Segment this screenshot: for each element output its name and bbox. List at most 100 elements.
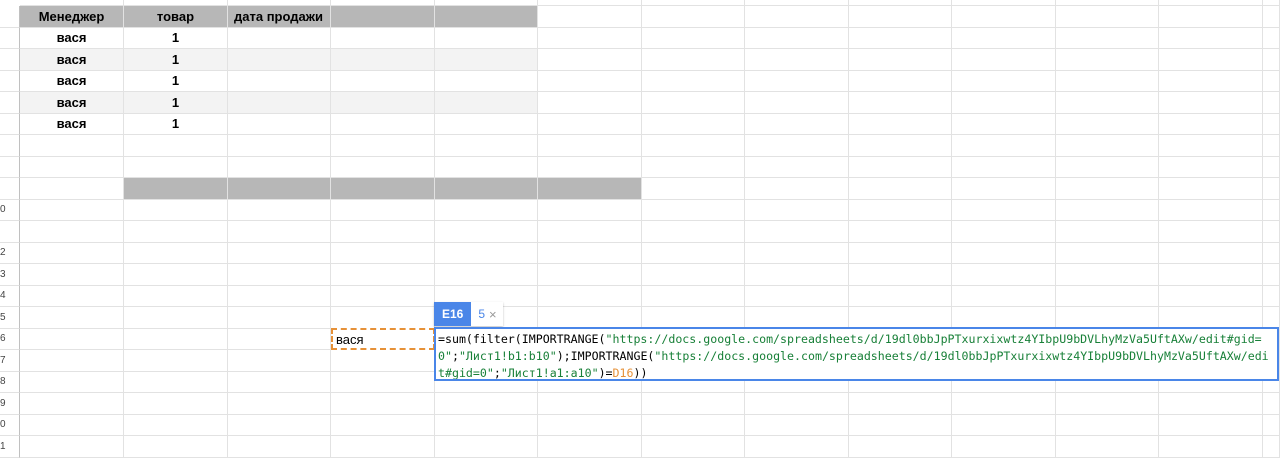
grid-cell[interactable] bbox=[20, 199, 124, 221]
grid-cell[interactable] bbox=[849, 264, 952, 286]
grid-cell[interactable] bbox=[952, 221, 1056, 243]
grid-cell[interactable] bbox=[642, 285, 745, 307]
grid-cell[interactable] bbox=[952, 285, 1056, 307]
grid-cell[interactable] bbox=[228, 414, 331, 436]
grid-cell[interactable] bbox=[745, 436, 849, 458]
grid-cell[interactable] bbox=[1159, 70, 1263, 92]
grid-cell[interactable] bbox=[538, 49, 642, 71]
grid-cell[interactable] bbox=[1159, 307, 1263, 329]
header-manager[interactable]: Менеджер bbox=[20, 6, 124, 28]
grid-cell[interactable] bbox=[642, 393, 745, 415]
grid-cell[interactable] bbox=[1056, 113, 1159, 135]
grid-cell[interactable] bbox=[849, 221, 952, 243]
grid-cell[interactable] bbox=[849, 49, 952, 71]
grid-cell[interactable] bbox=[331, 307, 435, 329]
grid-cell[interactable] bbox=[20, 414, 124, 436]
grid-cell[interactable] bbox=[1056, 414, 1159, 436]
grid-cell[interactable] bbox=[124, 350, 228, 372]
grid-cell[interactable] bbox=[228, 285, 331, 307]
grid-cell[interactable] bbox=[331, 221, 435, 243]
grid-cell[interactable] bbox=[1159, 199, 1263, 221]
grid-cell[interactable] bbox=[538, 221, 642, 243]
grid-cell[interactable] bbox=[849, 414, 952, 436]
grid-cell[interactable] bbox=[1159, 27, 1263, 49]
row-number[interactable]: 0 bbox=[0, 199, 20, 221]
grid-cell[interactable] bbox=[745, 264, 849, 286]
grid-cell[interactable] bbox=[952, 436, 1056, 458]
grid-cell[interactable] bbox=[435, 264, 538, 286]
grid-cell[interactable] bbox=[435, 242, 538, 264]
table-cell-manager[interactable]: вася bbox=[20, 113, 124, 135]
grid-cell[interactable] bbox=[745, 414, 849, 436]
grid-cell[interactable] bbox=[1159, 393, 1263, 415]
grid-cell[interactable] bbox=[849, 156, 952, 178]
shaded-cell[interactable] bbox=[538, 178, 642, 200]
row-number[interactable] bbox=[0, 70, 20, 92]
grid-cell[interactable] bbox=[124, 156, 228, 178]
grid-cell[interactable] bbox=[745, 49, 849, 71]
grid-cell[interactable] bbox=[538, 113, 642, 135]
grid-cell[interactable] bbox=[228, 70, 331, 92]
grid-cell[interactable] bbox=[1056, 393, 1159, 415]
grid-cell[interactable] bbox=[745, 199, 849, 221]
grid-cell[interactable] bbox=[745, 70, 849, 92]
row-number[interactable] bbox=[0, 221, 20, 243]
grid-cell[interactable] bbox=[745, 92, 849, 114]
grid-cell[interactable] bbox=[228, 221, 331, 243]
grid-cell[interactable] bbox=[1159, 414, 1263, 436]
grid-cell[interactable] bbox=[1159, 285, 1263, 307]
grid-cell[interactable] bbox=[538, 242, 642, 264]
grid-cell[interactable] bbox=[435, 135, 538, 157]
grid-cell[interactable] bbox=[538, 92, 642, 114]
grid-cell[interactable] bbox=[331, 27, 435, 49]
row-number[interactable] bbox=[0, 135, 20, 157]
grid-cell[interactable] bbox=[849, 135, 952, 157]
grid-cell[interactable] bbox=[331, 393, 435, 415]
grid-cell[interactable] bbox=[435, 414, 538, 436]
grid-cell[interactable] bbox=[331, 436, 435, 458]
grid-cell[interactable] bbox=[538, 285, 642, 307]
grid-cell[interactable] bbox=[538, 70, 642, 92]
grid-cell[interactable] bbox=[331, 242, 435, 264]
grid-cell[interactable] bbox=[1159, 92, 1263, 114]
grid-cell[interactable] bbox=[20, 156, 124, 178]
grid-cell[interactable] bbox=[1159, 436, 1263, 458]
grid-cell[interactable] bbox=[745, 221, 849, 243]
grid-cell[interactable] bbox=[952, 6, 1056, 28]
grid-cell[interactable] bbox=[228, 393, 331, 415]
grid-cell[interactable] bbox=[538, 414, 642, 436]
grid-cell[interactable] bbox=[228, 199, 331, 221]
grid-cell[interactable] bbox=[952, 264, 1056, 286]
grid-cell[interactable] bbox=[745, 242, 849, 264]
row-number[interactable]: 8 bbox=[0, 371, 20, 393]
table-cell-manager[interactable]: вася bbox=[20, 49, 124, 71]
row-number[interactable] bbox=[0, 49, 20, 71]
grid-cell[interactable] bbox=[1056, 307, 1159, 329]
grid-cell[interactable] bbox=[1056, 242, 1159, 264]
grid-cell[interactable] bbox=[228, 307, 331, 329]
header-product[interactable]: товар bbox=[124, 6, 228, 28]
grid-cell[interactable] bbox=[435, 156, 538, 178]
grid-cell[interactable] bbox=[1159, 49, 1263, 71]
header-sale-date[interactable]: дата продажи bbox=[228, 6, 331, 28]
grid-cell[interactable] bbox=[1056, 49, 1159, 71]
grid-cell[interactable] bbox=[642, 199, 745, 221]
grid-cell[interactable] bbox=[331, 350, 435, 372]
grid-cell[interactable] bbox=[20, 307, 124, 329]
grid-cell[interactable] bbox=[1056, 221, 1159, 243]
grid-cell[interactable] bbox=[538, 264, 642, 286]
grid-cell[interactable] bbox=[435, 436, 538, 458]
grid-cell[interactable] bbox=[1263, 436, 1280, 458]
grid-cell[interactable] bbox=[642, 49, 745, 71]
grid-cell[interactable] bbox=[331, 285, 435, 307]
grid-cell[interactable] bbox=[642, 92, 745, 114]
row-number[interactable] bbox=[0, 6, 20, 28]
grid-cell[interactable] bbox=[642, 135, 745, 157]
grid-cell[interactable] bbox=[124, 436, 228, 458]
grid-cell[interactable] bbox=[538, 156, 642, 178]
row-number[interactable] bbox=[0, 92, 20, 114]
grid-cell[interactable] bbox=[1159, 242, 1263, 264]
grid-cell[interactable] bbox=[20, 242, 124, 264]
grid-cell[interactable] bbox=[1263, 27, 1280, 49]
grid-cell[interactable] bbox=[1263, 156, 1280, 178]
